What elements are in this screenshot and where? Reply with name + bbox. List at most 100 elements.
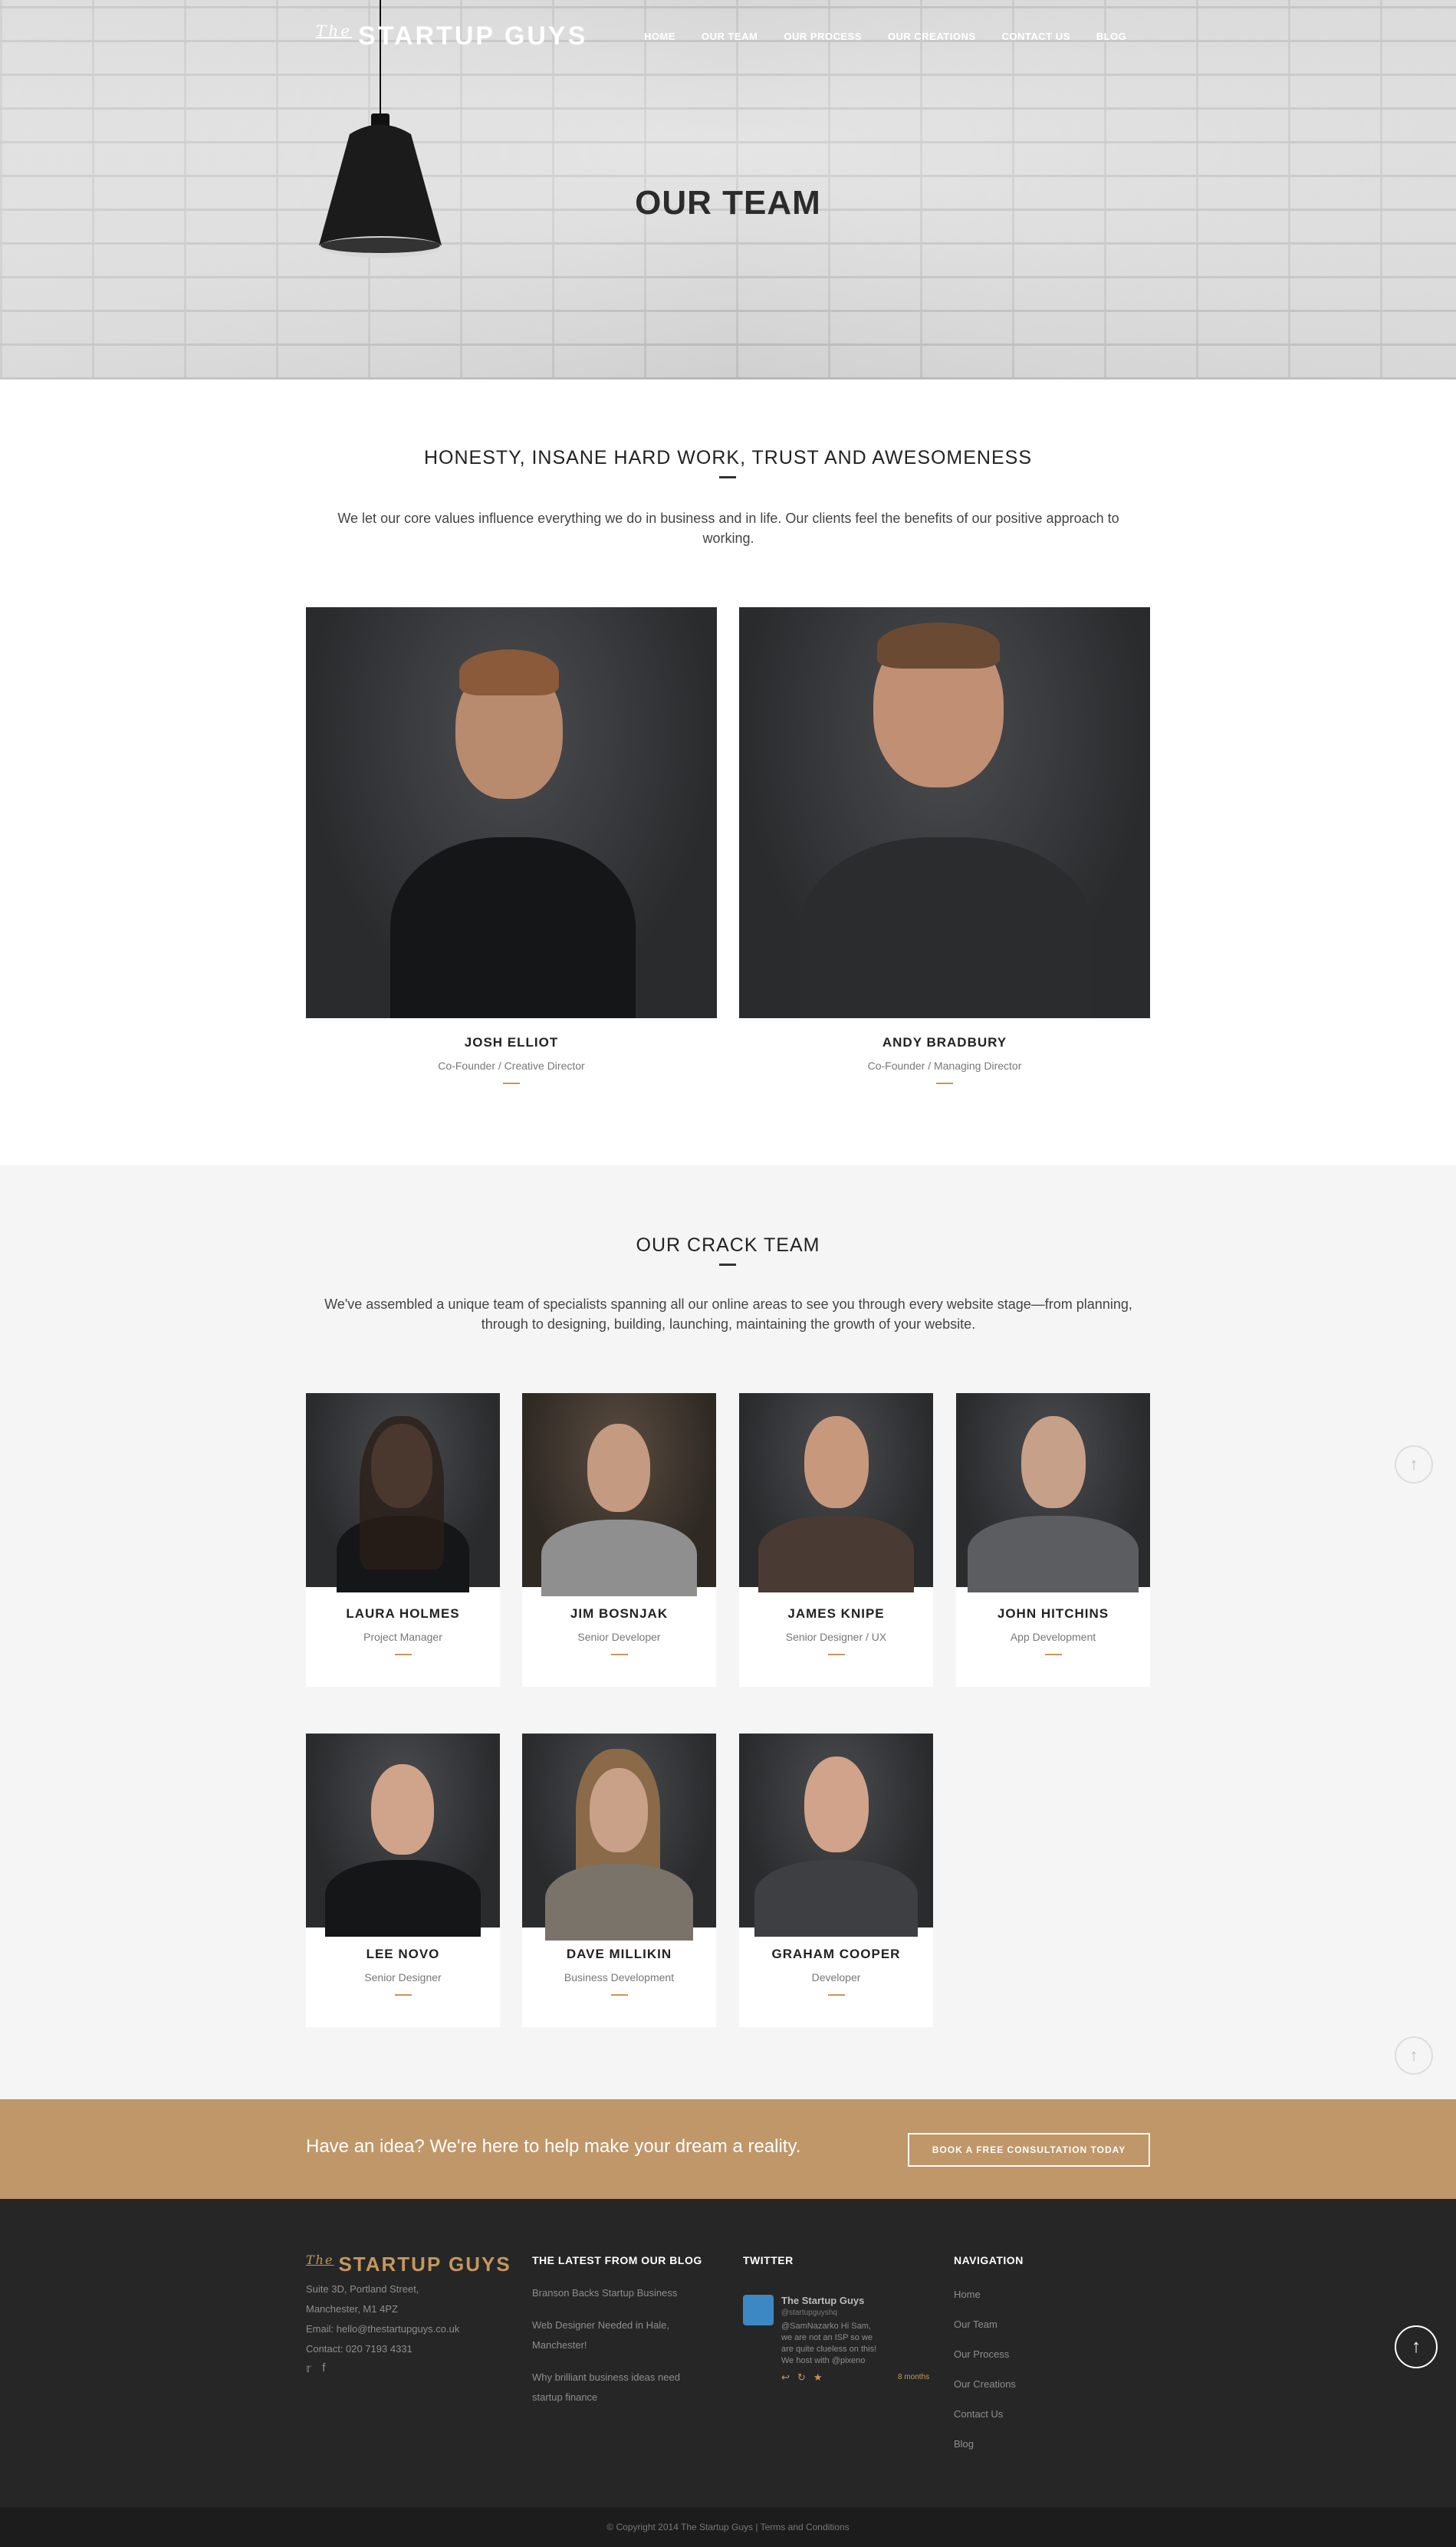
member-photo bbox=[956, 1393, 1150, 1592]
footer-email[interactable]: Email: hello@thestartupguys.co.uk bbox=[306, 2319, 459, 2339]
crack-team-heading: OUR CRACK TEAM bbox=[636, 1234, 820, 1256]
team-member-card: LAURA HOLMES Project Manager bbox=[306, 1393, 500, 1687]
team-member-card: LEE NOVO Senior Designer bbox=[306, 1734, 500, 2027]
logo-prefix: The bbox=[306, 2253, 334, 2267]
facebook-icon[interactable]: f bbox=[322, 2361, 325, 2375]
scroll-top-button[interactable]: ↑ bbox=[1395, 1445, 1433, 1484]
member-name: JAMES KNIPE bbox=[787, 1606, 885, 1621]
values-section: HONESTY, INSANE HARD WORK, TRUST AND AWE… bbox=[0, 380, 1456, 1165]
footer-nav-our-process[interactable]: Our Process bbox=[954, 2339, 1016, 2369]
footer-nav: Home Our Team Our Process Our Creations … bbox=[954, 2279, 1016, 2459]
nav-our-process[interactable]: OUR PROCESS bbox=[784, 31, 862, 42]
tweet-time[interactable]: 8 months bbox=[898, 2373, 929, 2381]
heading-underline bbox=[719, 476, 736, 478]
nav-our-team[interactable]: OUR TEAM bbox=[702, 31, 758, 42]
founder-card-andy: ANDY BRADBURY Co-Founder / Managing Dire… bbox=[739, 1035, 1150, 1084]
values-heading: HONESTY, INSANE HARD WORK, TRUST AND AWE… bbox=[423, 447, 1033, 468]
accent-line bbox=[610, 1994, 628, 1996]
accent-line bbox=[827, 1654, 845, 1655]
member-photo bbox=[522, 1393, 716, 1596]
nav-blog[interactable]: BLOG bbox=[1096, 31, 1127, 42]
team-member-card: JIM BOSNJAK Senior Developer bbox=[522, 1393, 716, 1687]
accent-line bbox=[610, 1654, 628, 1655]
arrow-up-icon: ↑ bbox=[1409, 1454, 1418, 1474]
twitter-heading: TWITTER bbox=[743, 2254, 794, 2266]
team-member-card: DAVE MILLIKIN Business Development bbox=[522, 1734, 716, 2027]
blog-post-link[interactable]: Why brilliant business ideas need startu… bbox=[532, 2368, 708, 2407]
cta-banner: Have an idea? We're here to help make yo… bbox=[0, 2099, 1456, 2199]
nav-our-creations[interactable]: OUR CREATIONS bbox=[888, 31, 976, 42]
member-photo bbox=[739, 1734, 933, 1937]
member-name: ANDY BRADBURY bbox=[882, 1035, 1007, 1050]
blog-list: Branson Backs Startup Business Web Desig… bbox=[532, 2283, 708, 2420]
member-name: LEE NOVO bbox=[366, 1947, 440, 1961]
founder-photo-andy bbox=[739, 607, 1150, 1018]
logo-text: STARTUP GUYS bbox=[338, 2253, 511, 2276]
twitter-icon[interactable]: 𝕣 bbox=[306, 2361, 311, 2375]
heading-underline bbox=[719, 1264, 736, 1266]
address-line: Suite 3D, Portland Street, bbox=[306, 2283, 419, 2295]
footer-nav-contact-us[interactable]: Contact Us bbox=[954, 2399, 1016, 2429]
member-photo bbox=[306, 1734, 500, 1937]
member-role: Co-Founder / Managing Director bbox=[867, 1060, 1022, 1072]
main-nav: HOME OUR TEAM OUR PROCESS OUR CREATIONS … bbox=[644, 31, 1126, 42]
member-name: JOSH ELLIOT bbox=[464, 1035, 559, 1050]
member-role: Developer bbox=[811, 1971, 861, 1983]
member-role: Senior Developer bbox=[577, 1631, 661, 1643]
footer: The STARTUP GUYS Suite 3D, Portland Stree… bbox=[0, 2199, 1456, 2507]
values-intro: We let our core values influence everyth… bbox=[337, 511, 1119, 546]
page-title: OUR TEAM bbox=[635, 184, 821, 222]
retweet-icon[interactable]: ↻ bbox=[797, 2371, 806, 2384]
cta-text: Have an idea? We're here to help make yo… bbox=[306, 2136, 801, 2157]
footer-nav-home[interactable]: Home bbox=[954, 2279, 1016, 2309]
twitter-avatar[interactable] bbox=[743, 2295, 774, 2325]
member-photo bbox=[739, 1393, 933, 1592]
nav-home[interactable]: HOME bbox=[644, 31, 675, 42]
copyright-bar: © Copyright 2014 The Startup Guys | Term… bbox=[0, 2507, 1456, 2547]
founder-photo-josh bbox=[306, 607, 717, 1018]
accent-line bbox=[827, 1994, 845, 1996]
footer-logo[interactable]: The STARTUP GUYS bbox=[306, 2253, 511, 2276]
tweet-handle[interactable]: @startupguyshq bbox=[781, 2309, 837, 2317]
arrow-up-icon: ↑ bbox=[1409, 2046, 1418, 2065]
logo-prefix: The bbox=[316, 21, 353, 40]
blog-post-link[interactable]: Branson Backs Startup Business bbox=[532, 2283, 708, 2303]
member-role: Business Development bbox=[564, 1971, 675, 1983]
social-links: 𝕣 f bbox=[306, 2361, 325, 2375]
accent-line bbox=[936, 1083, 953, 1084]
member-role: Project Manager bbox=[363, 1631, 442, 1643]
member-name: JOHN HITCHINS bbox=[997, 1606, 1109, 1621]
member-name: DAVE MILLIKIN bbox=[566, 1947, 672, 1961]
nav-contact-us[interactable]: CONTACT US bbox=[1002, 31, 1070, 42]
crack-team-intro: We've assembled a unique team of special… bbox=[324, 1297, 1132, 1332]
navigation-heading: NAVIGATION bbox=[954, 2254, 1024, 2266]
blog-post-link[interactable]: Web Designer Needed in Hale, Manchester! bbox=[532, 2315, 708, 2355]
logo-text: STARTUP GUYS bbox=[358, 21, 588, 51]
accent-line bbox=[394, 1994, 412, 1996]
top-navbar: The STARTUP GUYS HOME OUR TEAM OUR PROCES… bbox=[0, 0, 1456, 73]
footer-nav-our-team[interactable]: Our Team bbox=[954, 2309, 1016, 2339]
footer-address: Suite 3D, Portland Street, Manchester, M… bbox=[306, 2279, 459, 2359]
member-role: Senior Designer bbox=[364, 1971, 442, 1983]
member-name: JIM BOSNJAK bbox=[570, 1606, 669, 1621]
blog-heading: THE LATEST FROM OUR BLOG bbox=[532, 2254, 702, 2266]
favorite-icon[interactable]: ★ bbox=[813, 2371, 823, 2384]
address-line: Manchester, M1 4PZ bbox=[306, 2303, 398, 2315]
accent-line bbox=[503, 1083, 520, 1084]
tweet-author[interactable]: The Startup Guys bbox=[781, 2295, 864, 2306]
tweet-actions: ↩ ↻ ★ bbox=[781, 2371, 822, 2384]
back-to-top-button[interactable]: ↑ bbox=[1395, 2325, 1438, 2368]
reply-icon[interactable]: ↩ bbox=[781, 2371, 790, 2384]
accent-line bbox=[1044, 1654, 1062, 1655]
member-role: Co-Founder / Creative Director bbox=[438, 1060, 585, 1072]
member-name: GRAHAM COOPER bbox=[771, 1947, 901, 1961]
book-consultation-button[interactable]: BOOK A FREE CONSULTATION TODAY bbox=[908, 2133, 1150, 2167]
team-member-card: JOHN HITCHINS App Development bbox=[956, 1393, 1150, 1687]
site-logo[interactable]: The STARTUP GUYS bbox=[316, 21, 587, 51]
footer-nav-our-creations[interactable]: Our Creations bbox=[954, 2369, 1016, 2399]
copyright-text: © Copyright 2014 The Startup Guys | Term… bbox=[606, 2522, 850, 2532]
scroll-top-button-secondary[interactable]: ↑ bbox=[1395, 2036, 1433, 2075]
team-member-card: GRAHAM COOPER Developer bbox=[739, 1734, 933, 2027]
footer-phone: Contact: 020 7193 4331 bbox=[306, 2343, 412, 2355]
footer-nav-blog[interactable]: Blog bbox=[954, 2429, 1016, 2459]
